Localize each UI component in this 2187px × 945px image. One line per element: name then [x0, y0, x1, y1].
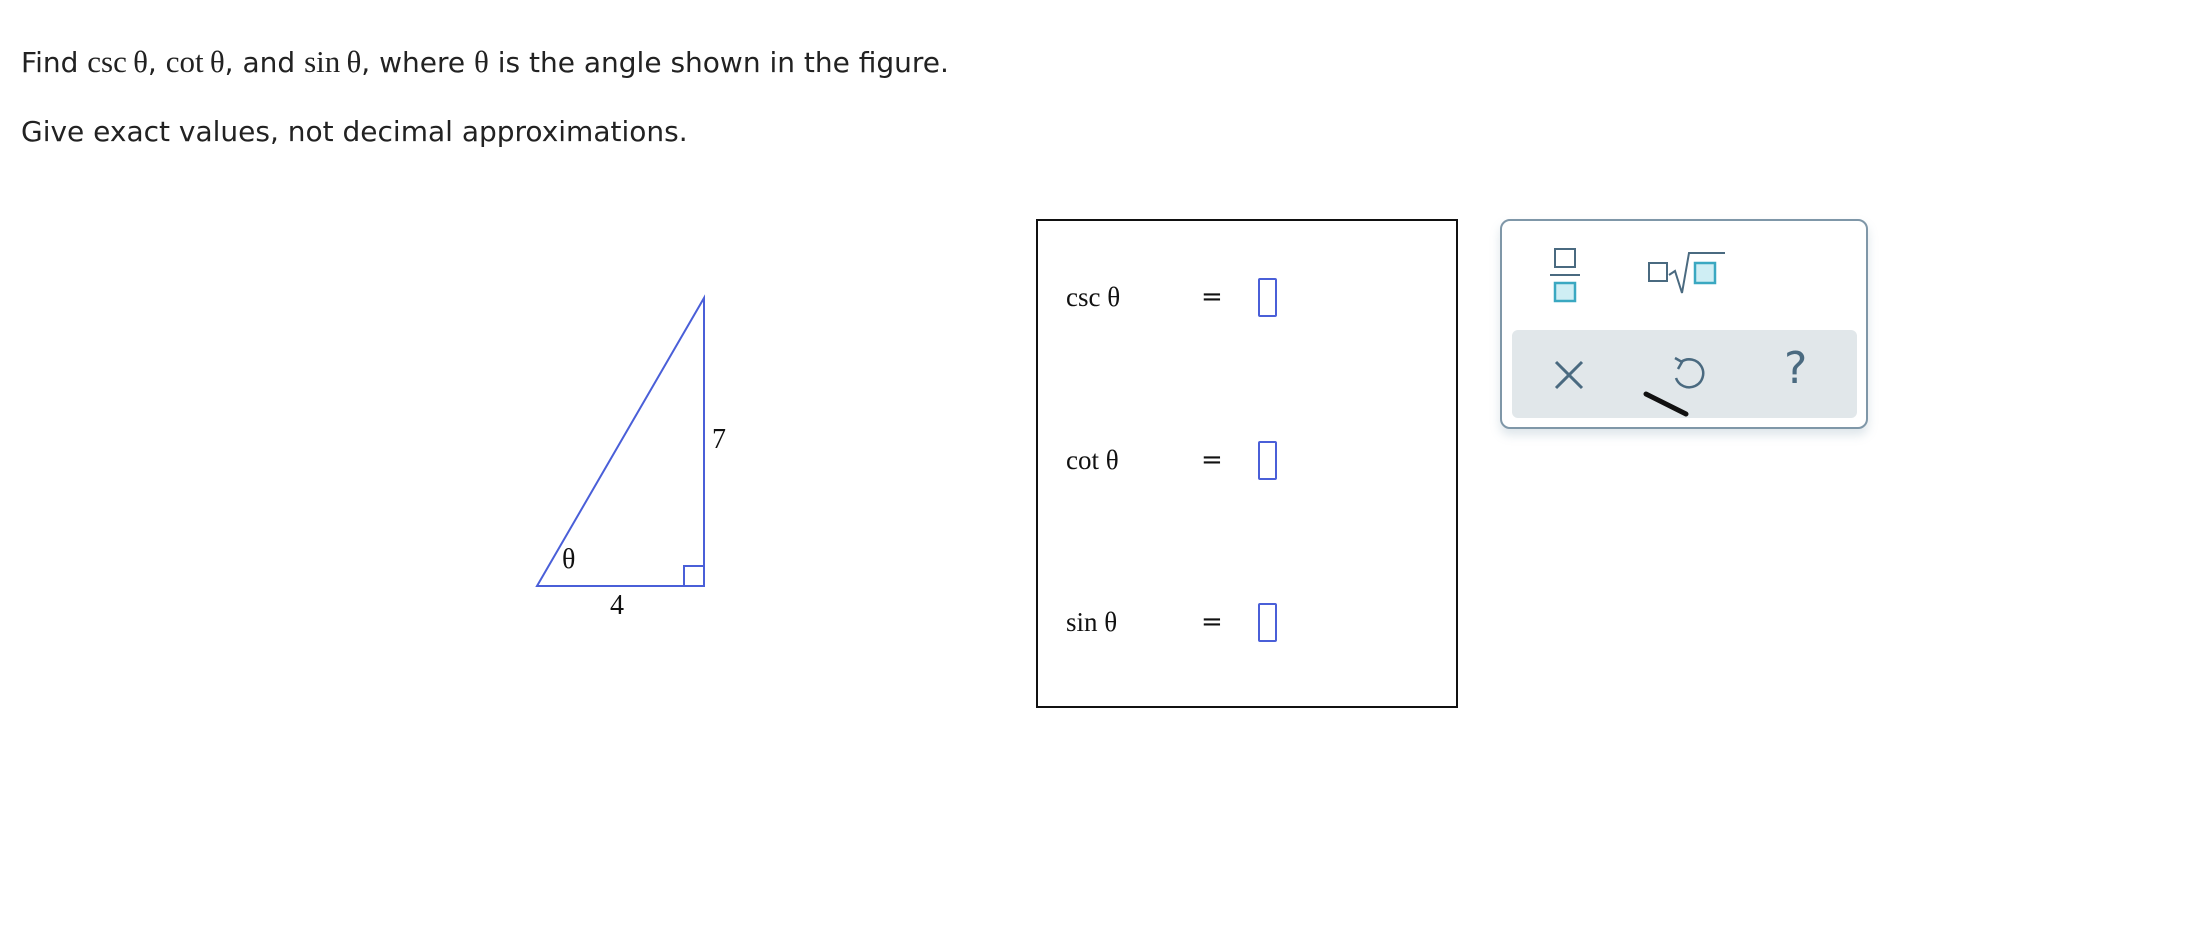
triangle-shape [535, 294, 705, 587]
right-angle-marker [683, 565, 704, 586]
question-text: , [147, 46, 166, 79]
fraction-button[interactable] [1546, 247, 1586, 307]
vertical-side-label: 7 [712, 424, 726, 455]
cot-answer-input[interactable] [1258, 441, 1277, 480]
math-csc: csc θ [87, 44, 148, 79]
equals-sign: = [1201, 282, 1223, 312]
close-icon [1554, 360, 1584, 390]
answer-label-cot: cot θ [1066, 445, 1119, 475]
answer-row-sin: sin θ = [1066, 603, 1366, 647]
answer-label-csc: csc θ [1066, 282, 1121, 312]
question-text: , where [361, 46, 474, 79]
nth-root-icon [1648, 252, 1725, 294]
question-line-1: Find csc θ, cot θ, and sin θ, where θ is… [21, 44, 949, 81]
undo-button[interactable] [1667, 352, 1707, 394]
math-cot: cot θ [165, 44, 225, 79]
question-text: Find [21, 46, 88, 79]
help-icon: ? [1784, 343, 1808, 394]
horizontal-side-label: 4 [610, 590, 624, 621]
answer-label-sin: sin θ [1066, 607, 1118, 637]
angle-label: θ [562, 544, 576, 575]
answer-row-cot: cot θ = [1066, 441, 1366, 485]
math-theta: θ [474, 44, 489, 79]
fraction-icon [1550, 248, 1580, 303]
sin-answer-input[interactable] [1258, 603, 1277, 642]
equals-sign: = [1201, 445, 1223, 475]
triangle-figure: θ 7 4 [520, 280, 760, 630]
question-text: , and [224, 46, 305, 79]
nth-root-button[interactable] [1647, 249, 1727, 299]
clear-button[interactable] [1550, 356, 1588, 394]
math-sin: sin θ [304, 44, 362, 79]
csc-answer-input[interactable] [1258, 278, 1277, 317]
equals-sign: = [1201, 607, 1223, 637]
pen-cursor [1643, 391, 1689, 417]
answer-row-csc: csc θ = [1066, 278, 1366, 322]
help-button[interactable]: ? [1784, 344, 1824, 394]
undo-icon [1674, 356, 1705, 389]
question-text: is the angle shown in the figure. [488, 46, 949, 79]
question-line-2: Give exact values, not decimal approxima… [21, 115, 688, 148]
